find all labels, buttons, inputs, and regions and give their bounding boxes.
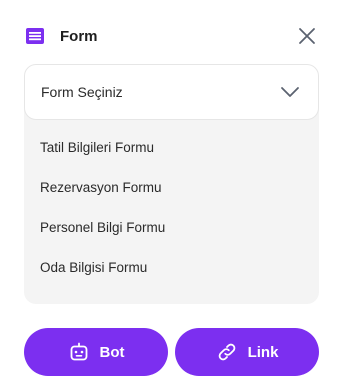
option-oda-bilgisi-formu[interactable]: Oda Bilgisi Formu [40, 260, 147, 275]
link-button-label: Link [247, 343, 279, 361]
close-button[interactable] [297, 26, 317, 46]
form-options-list: Tatil Bilgileri Formu Rezervasyon Formu … [24, 108, 319, 304]
close-icon [298, 27, 316, 45]
robot-icon [68, 341, 90, 363]
link-button[interactable]: Link [175, 328, 319, 376]
bot-button[interactable]: Bot [24, 328, 168, 376]
panel-title: Form [60, 27, 98, 45]
option-rezervasyon-formu[interactable]: Rezervasyon Formu [40, 180, 162, 195]
form-list-icon [24, 25, 46, 47]
option-tatil-bilgileri-formu[interactable]: Tatil Bilgileri Formu [40, 140, 154, 155]
link-icon [216, 341, 238, 363]
form-select-label: Form Seçiniz [41, 84, 123, 100]
bot-button-label: Bot [99, 343, 125, 361]
option-personel-bilgi-formu[interactable]: Personel Bilgi Formu [40, 220, 165, 235]
form-select-dropdown[interactable]: Form Seçiniz [24, 64, 319, 120]
chevron-down-icon [280, 82, 300, 102]
form-panel-header: Form [24, 24, 319, 48]
